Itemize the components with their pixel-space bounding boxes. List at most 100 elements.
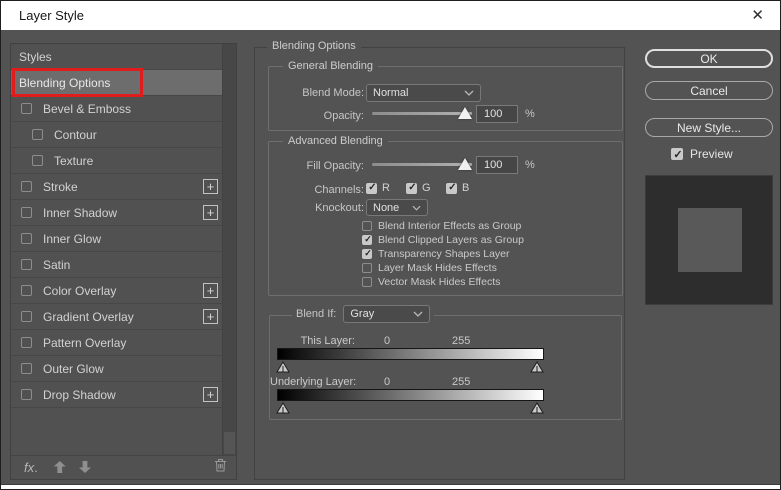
sidebar-item-inner-glow[interactable]: Inner Glow <box>11 226 222 252</box>
cancel-button[interactable]: Cancel <box>645 81 773 100</box>
channel-g-label: G <box>422 182 431 194</box>
opacity-input[interactable] <box>476 105 518 123</box>
sidebar-item-texture[interactable]: Texture <box>11 148 222 174</box>
advanced-options-list: Blend Interior Effects as Group Blend Cl… <box>362 219 524 289</box>
sidebar-item-gradient-overlay[interactable]: Gradient Overlay + <box>11 304 222 330</box>
sidebar-item-styles[interactable]: Styles <box>11 44 222 70</box>
add-instance-icon[interactable]: + <box>203 179 218 194</box>
option-checkbox[interactable] <box>362 263 372 273</box>
opacity-unit: % <box>525 108 535 120</box>
underlying-layer-gradient-bar[interactable] <box>277 389 544 401</box>
chevron-down-icon <box>464 90 474 96</box>
effect-checkbox[interactable] <box>21 233 32 244</box>
option-blend-clipped[interactable]: Blend Clipped Layers as Group <box>362 233 524 247</box>
this-layer-gradient-bar[interactable] <box>277 348 544 360</box>
blend-mode-select[interactable]: Normal <box>366 84 481 102</box>
sidebar-item-label: Color Overlay <box>43 284 116 298</box>
effect-checkbox[interactable] <box>21 103 32 114</box>
sidebar-item-blending-options[interactable]: Blending Options <box>11 70 222 96</box>
underlying-layer-black-thumb[interactable] <box>276 401 290 419</box>
add-instance-icon[interactable]: + <box>203 283 218 298</box>
knockout-select[interactable]: None <box>366 199 428 216</box>
effect-checkbox[interactable] <box>21 181 32 192</box>
dialog-body: Styles Blending Options Bevel & Emboss C… <box>1 30 780 485</box>
fill-opacity-slider[interactable] <box>372 163 472 166</box>
sidebar-item-drop-shadow[interactable]: Drop Shadow + <box>11 382 222 408</box>
option-checkbox[interactable] <box>362 235 372 245</box>
effect-checkbox[interactable] <box>21 207 32 218</box>
option-layer-mask-hides[interactable]: Layer Mask Hides Effects <box>362 261 524 275</box>
option-label: Vector Mask Hides Effects <box>378 276 500 288</box>
sidebar-item-label: Texture <box>54 154 93 168</box>
effect-checkbox[interactable] <box>21 389 32 400</box>
effect-checkbox[interactable] <box>21 259 32 270</box>
option-vector-mask-hides[interactable]: Vector Mask Hides Effects <box>362 275 524 289</box>
preview-checkbox[interactable] <box>671 148 683 160</box>
effect-checkbox[interactable] <box>32 155 43 166</box>
fill-opacity-unit: % <box>525 159 535 171</box>
fx-icon[interactable]: fx <box>24 460 38 475</box>
sidebar-item-outer-glow[interactable]: Outer Glow <box>11 356 222 382</box>
option-checkbox[interactable] <box>362 277 372 287</box>
channel-b-label: B <box>462 182 469 194</box>
fill-opacity-slider-thumb[interactable] <box>458 158 472 170</box>
effect-checkbox[interactable] <box>32 129 43 140</box>
sidebar-item-label: Satin <box>43 258 70 272</box>
channel-b-checkbox[interactable] <box>446 183 457 194</box>
add-instance-icon[interactable]: + <box>203 309 218 324</box>
opacity-slider[interactable] <box>372 112 472 115</box>
blend-if-value: Gray <box>350 308 413 320</box>
fill-opacity-input[interactable] <box>476 156 518 174</box>
styles-list: Styles Blending Options Bevel & Emboss C… <box>11 44 236 456</box>
move-down-icon[interactable] <box>79 461 91 473</box>
effect-checkbox[interactable] <box>21 311 32 322</box>
scrollbar-thumb[interactable] <box>224 432 235 454</box>
sidebar-item-contour[interactable]: Contour <box>11 122 222 148</box>
sidebar-footer: fx <box>11 455 236 479</box>
advanced-blending-legend: Advanced Blending <box>283 135 388 147</box>
blend-if-select[interactable]: Gray <box>343 305 430 323</box>
channel-g: G <box>406 182 431 194</box>
this-layer-white-thumb[interactable] <box>530 360 544 378</box>
underlying-layer-white-thumb[interactable] <box>530 401 544 419</box>
opacity-slider-thumb[interactable] <box>458 107 472 119</box>
new-style-button[interactable]: New Style... <box>645 118 773 137</box>
effect-checkbox[interactable] <box>21 363 32 374</box>
effect-checkbox[interactable] <box>21 337 32 348</box>
styles-sidebar: Styles Blending Options Bevel & Emboss C… <box>10 43 237 480</box>
effect-checkbox[interactable] <box>21 285 32 296</box>
underlying-layer-max: 255 <box>452 376 470 388</box>
channels-label: Channels: <box>269 184 364 196</box>
option-transparency-shapes[interactable]: Transparency Shapes Layer <box>362 247 524 261</box>
channel-r-checkbox[interactable] <box>366 183 377 194</box>
preview-square <box>678 208 742 272</box>
this-layer-min: 0 <box>384 335 390 347</box>
sidebar-item-pattern-overlay[interactable]: Pattern Overlay <box>11 330 222 356</box>
channel-r-label: R <box>382 182 390 194</box>
sidebar-scrollbar[interactable] <box>222 44 236 455</box>
style-preview-thumbnail <box>645 175 773 305</box>
knockout-value: None <box>373 202 412 214</box>
chevron-down-icon <box>413 311 423 317</box>
sidebar-item-inner-shadow[interactable]: Inner Shadow + <box>11 200 222 226</box>
sidebar-item-satin[interactable]: Satin <box>11 252 222 278</box>
preview-toggle[interactable]: Preview <box>671 147 733 161</box>
sidebar-item-label: Gradient Overlay <box>43 310 134 324</box>
sidebar-item-bevel-emboss[interactable]: Bevel & Emboss <box>11 96 222 122</box>
blend-mode-label: Blend Mode: <box>269 87 364 99</box>
sidebar-item-label: Contour <box>54 128 97 142</box>
ok-button[interactable]: OK <box>645 49 773 68</box>
sidebar-item-color-overlay[interactable]: Color Overlay + <box>11 278 222 304</box>
option-blend-interior[interactable]: Blend Interior Effects as Group <box>362 219 524 233</box>
knockout-label: Knockout: <box>269 202 364 214</box>
add-instance-icon[interactable]: + <box>203 387 218 402</box>
add-instance-icon[interactable]: + <box>203 205 218 220</box>
option-checkbox[interactable] <box>362 221 372 231</box>
option-checkbox[interactable] <box>362 249 372 259</box>
sidebar-item-stroke[interactable]: Stroke + <box>11 174 222 200</box>
delete-icon[interactable] <box>214 458 227 477</box>
close-icon[interactable]: ✕ <box>751 8 764 23</box>
underlying-layer-label: Underlying Layer: <box>270 376 355 388</box>
channel-g-checkbox[interactable] <box>406 183 417 194</box>
move-up-icon[interactable] <box>54 461 66 473</box>
